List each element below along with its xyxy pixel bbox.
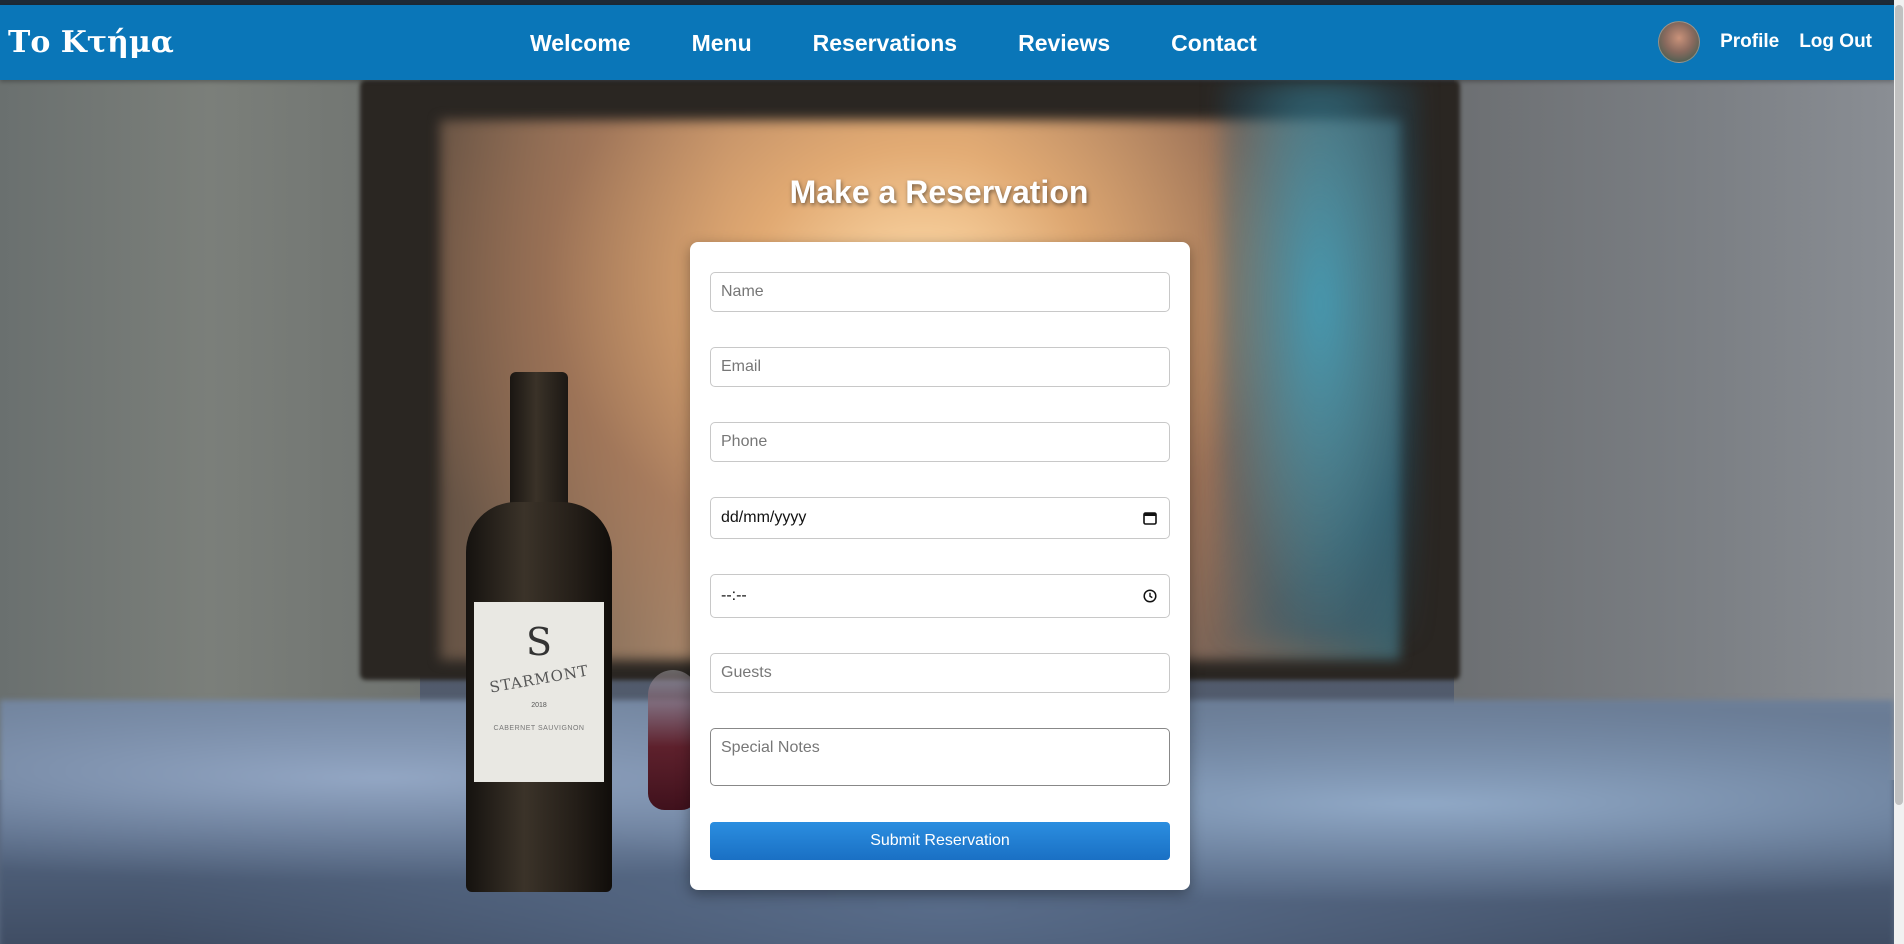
nav-links: Welcome Menu Reservations Reviews Contac… (530, 30, 1318, 57)
bottle-logo: S (525, 620, 553, 664)
window-light (1220, 80, 1420, 640)
calendar-icon[interactable] (1141, 509, 1159, 527)
profile-link[interactable]: Profile (1720, 31, 1779, 53)
wall-right (1454, 80, 1894, 780)
date-value: dd/mm/yyyy (721, 509, 807, 526)
phone-input[interactable] (710, 422, 1170, 462)
bottle-brand: STARMONT (488, 661, 590, 697)
bottle-label: S STARMONT 2018 CABERNET SAUVIGNON (474, 602, 604, 782)
nav-link-reservations[interactable]: Reservations (813, 30, 957, 57)
time-input[interactable]: --:-- (710, 574, 1170, 618)
submit-reservation-button[interactable]: Submit Reservation (710, 822, 1170, 860)
nav-link-reviews[interactable]: Reviews (1018, 30, 1110, 57)
wall-left (0, 80, 420, 780)
nav-link-menu[interactable]: Menu (692, 30, 752, 57)
logout-link[interactable]: Log Out (1799, 31, 1872, 53)
scrollbar[interactable] (1894, 0, 1904, 944)
guests-input[interactable] (710, 653, 1170, 693)
scrollbar-thumb[interactable] (1895, 5, 1903, 805)
nav-link-contact[interactable]: Contact (1171, 30, 1257, 57)
time-value: --:-- (721, 587, 747, 604)
special-notes-input[interactable] (710, 728, 1170, 786)
date-input[interactable]: dd/mm/yyyy (710, 497, 1170, 539)
wine-bottle: S STARMONT 2018 CABERNET SAUVIGNON (466, 372, 612, 892)
bottle-year: 2018 (531, 702, 547, 709)
reservation-form: dd/mm/yyyy --:-- Submit Reservation (690, 242, 1190, 890)
bottle-variety: CABERNET SAUVIGNON (493, 725, 585, 732)
brand-logo[interactable]: Το Κτήμα (8, 25, 174, 60)
email-input[interactable] (710, 347, 1170, 387)
clock-icon[interactable] (1141, 587, 1159, 605)
user-menu: Profile Log Out (1658, 21, 1872, 63)
navbar: Το Κτήμα Welcome Menu Reservations Revie… (0, 5, 1894, 80)
nav-link-welcome[interactable]: Welcome (530, 30, 631, 57)
avatar[interactable] (1658, 21, 1701, 63)
name-input[interactable] (710, 272, 1170, 312)
page-title: Make a Reservation (789, 174, 1089, 210)
